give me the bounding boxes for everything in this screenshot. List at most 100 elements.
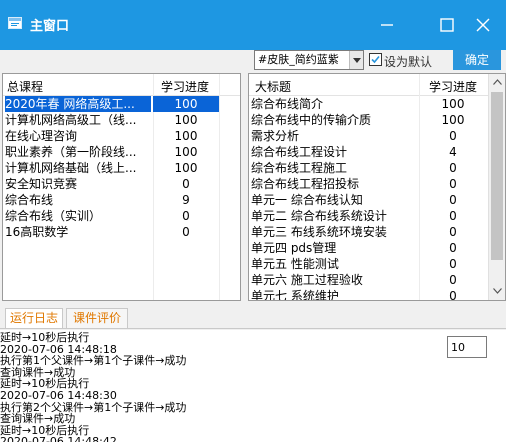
- row-title: 综合布线: [5, 193, 54, 207]
- row-title: 综合布线工程设计: [251, 145, 348, 159]
- row-title: 需求分析: [251, 129, 300, 143]
- row-title: 综合布线（实训）: [5, 209, 102, 223]
- close-button[interactable]: [468, 10, 498, 40]
- row-title: 在线心理咨询: [5, 129, 78, 143]
- list-row[interactable]: 综合布线工程招投标 0: [249, 176, 505, 192]
- row-progress: 4: [449, 145, 457, 159]
- log-line: 2020-07-06 14:48:30: [0, 388, 117, 402]
- list-row[interactable]: 在线心理咨询 100: [3, 128, 240, 144]
- skin-select-value: #皮肤_简约蓝紫: [258, 53, 339, 66]
- scroll-up-icon[interactable]: [489, 74, 505, 91]
- row-title: 单元五 性能测试: [251, 257, 339, 271]
- list-row[interactable]: 安全知识竞赛 0: [3, 176, 240, 192]
- row-progress: 0: [449, 177, 457, 191]
- list-row[interactable]: 单元二 综合布线系统设计 0: [249, 208, 505, 224]
- list-row[interactable]: 职业素养（第一阶段线... 100: [3, 144, 240, 160]
- row-title: 综合布线中的传输介质: [251, 113, 372, 127]
- row-progress: 9: [182, 193, 190, 207]
- row-progress: 0: [449, 273, 457, 287]
- list-row[interactable]: 单元三 布线系统环境安装 0: [249, 224, 505, 240]
- row-progress: 0: [182, 177, 190, 191]
- row-progress: 100: [174, 161, 198, 175]
- title-bar[interactable]: 主窗口: [0, 0, 506, 50]
- row-progress: 100: [174, 129, 198, 143]
- set-default-label: 设为默认: [384, 55, 433, 69]
- minimize-button[interactable]: [372, 10, 402, 40]
- row-title: 单元四 pds管理: [251, 241, 337, 255]
- list-row[interactable]: 需求分析 0: [249, 128, 505, 144]
- row-progress: 0: [449, 129, 457, 143]
- column-header-progress[interactable]: 学习进度: [161, 78, 209, 95]
- tab-course-evaluation[interactable]: 课件评价: [66, 308, 128, 329]
- list-row[interactable]: 单元四 pds管理 0: [249, 240, 505, 256]
- scroll-down-icon[interactable]: [489, 283, 505, 300]
- list-row[interactable]: 16高职数学 0: [3, 224, 240, 240]
- row-title: 单元一 综合布线认知: [251, 193, 363, 207]
- maximize-button[interactable]: [432, 10, 462, 40]
- log-line: 查询课件→成功: [0, 412, 76, 426]
- log-line: 延时→10秒后执行: [0, 331, 90, 344]
- chapter-list[interactable]: 大标题 学习进度 综合布线简介 100 综合布线中的传输介质 100 需求分析 0 综合布线…: [248, 73, 506, 301]
- row-progress: 0: [449, 225, 457, 239]
- list-row[interactable]: 单元五 性能测试 0: [249, 256, 505, 272]
- chapter-list-header: 大标题 学习进度: [249, 74, 505, 96]
- chevron-down-icon[interactable]: [349, 51, 363, 69]
- list-row[interactable]: 计算机网络高级工（线... 100: [3, 112, 240, 128]
- bottom-tabs: 运行日志 课件评价: [0, 305, 506, 329]
- column-header-progress[interactable]: 学习进度: [429, 78, 477, 95]
- toolbar: #皮肤_简约蓝紫 设为默认 确定: [0, 50, 506, 71]
- tab-run-log[interactable]: 运行日志: [5, 308, 63, 329]
- row-progress: 100: [441, 113, 465, 127]
- list-row[interactable]: 综合布线中的传输介质 100: [249, 112, 505, 128]
- row-title: 单元六 施工过程验收: [251, 273, 363, 287]
- interval-seconds-input[interactable]: [447, 336, 487, 358]
- list-row[interactable]: 综合布线 9: [3, 192, 240, 208]
- course-list[interactable]: 总课程 学习进度 2020年春 网络高级工... 100 计算机网络高级工（线...…: [2, 73, 241, 301]
- row-title: 16高职数学: [5, 225, 69, 239]
- row-title: 职业素养（第一阶段线...: [5, 145, 137, 159]
- row-progress: 100: [174, 145, 198, 159]
- run-log-lines: 延时→10秒后执行 2020-07-06 14:48:18 执行第1个父课件→第1个…: [0, 332, 440, 442]
- vertical-scrollbar[interactable]: [488, 74, 505, 300]
- skin-select[interactable]: #皮肤_简约蓝紫: [254, 50, 364, 70]
- run-log-panel[interactable]: 延时→10秒后执行 2020-07-06 14:48:18 执行第1个父课件→第1个…: [0, 330, 506, 442]
- row-progress: 100: [441, 97, 465, 111]
- row-title: 综合布线工程招投标: [251, 177, 360, 191]
- row-title: 安全知识竞赛: [5, 177, 78, 191]
- row-progress: 100: [174, 113, 198, 127]
- column-header-course[interactable]: 总课程: [7, 78, 43, 95]
- row-title: 单元二 综合布线系统设计: [251, 209, 387, 223]
- list-row[interactable]: 综合布线简介 100: [249, 96, 505, 112]
- row-progress: 0: [449, 209, 457, 223]
- list-row[interactable]: 综合布线工程设计 4: [249, 144, 505, 160]
- set-default-checkbox[interactable]: [369, 53, 382, 66]
- row-progress: 0: [449, 289, 457, 301]
- row-title: 2020年春 网络高级工...: [5, 96, 151, 112]
- row-title: 综合布线工程施工: [251, 161, 348, 175]
- row-progress: 0: [449, 241, 457, 255]
- row-title: 计算机网络基础（线上...: [5, 161, 137, 175]
- log-line: 2020-07-06 14:48:42: [0, 435, 117, 442]
- list-row[interactable]: 单元六 施工过程验收 0: [249, 272, 505, 288]
- list-row[interactable]: 2020年春 网络高级工... 100: [3, 96, 240, 112]
- column-header-title[interactable]: 大标题: [255, 78, 291, 95]
- window-title: 主窗口: [30, 19, 70, 34]
- course-list-header: 总课程 学习进度: [3, 74, 240, 96]
- row-title: 单元三 布线系统环境安装: [251, 225, 387, 239]
- row-progress: 0: [449, 193, 457, 207]
- row-title: 综合布线简介: [251, 97, 324, 111]
- confirm-button[interactable]: 确定: [453, 50, 501, 70]
- row-progress: 0: [182, 225, 190, 239]
- row-progress: 0: [182, 209, 190, 223]
- list-row[interactable]: 计算机网络基础（线上... 100: [3, 160, 240, 176]
- list-row[interactable]: 综合布线（实训） 0: [3, 208, 240, 224]
- scroll-thumb[interactable]: [491, 92, 503, 260]
- row-title: 计算机网络高级工（线...: [5, 113, 137, 127]
- tabs-divider: [0, 328, 506, 329]
- row-title: 单元七 系统维护: [251, 289, 339, 301]
- list-row[interactable]: 单元七 系统维护 0: [249, 288, 505, 301]
- row-progress: 100: [153, 96, 219, 112]
- row-progress: 0: [449, 257, 457, 271]
- list-row[interactable]: 单元一 综合布线认知 0: [249, 192, 505, 208]
- list-row[interactable]: 综合布线工程施工 0: [249, 160, 505, 176]
